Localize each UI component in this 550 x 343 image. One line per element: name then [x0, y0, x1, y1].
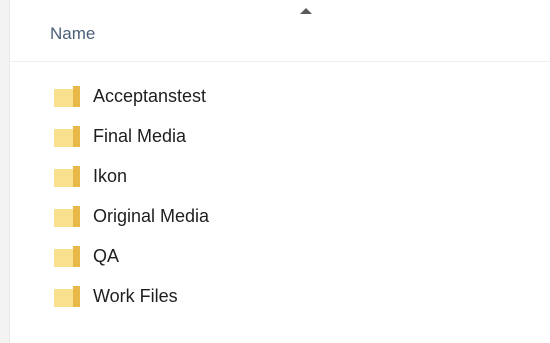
- folder-name: Original Media: [93, 205, 210, 226]
- folder-row-acceptanstest[interactable]: Acceptanstest: [10, 76, 550, 116]
- folder-name: QA: [93, 245, 120, 266]
- folder-row-work-files[interactable]: Work Files: [10, 276, 550, 316]
- name-column-header[interactable]: Name: [50, 24, 95, 44]
- sort-ascending-icon: [300, 8, 312, 14]
- column-header-bar: Name: [10, 0, 550, 62]
- folder-name: Work Files: [93, 285, 178, 306]
- navigation-pane-edge: [0, 0, 10, 343]
- folder-name: Acceptanstest: [93, 85, 207, 106]
- folder-row-final-media[interactable]: Final Media: [10, 116, 550, 156]
- folder-row-ikon[interactable]: Ikon: [10, 156, 550, 196]
- folder-row-qa[interactable]: QA: [10, 236, 550, 276]
- folder-icon: [53, 124, 81, 148]
- folder-icon: [53, 84, 81, 108]
- header-divider: [10, 61, 550, 62]
- folder-icon: [53, 244, 81, 268]
- folder-icon: [53, 284, 81, 308]
- folder-icon: [53, 164, 81, 188]
- file-list: Acceptanstest Final Media Ikon Original …: [10, 76, 550, 316]
- folder-name: Final Media: [93, 125, 187, 146]
- folder-name: Ikon: [93, 165, 128, 186]
- folder-row-original-media[interactable]: Original Media: [10, 196, 550, 236]
- folder-icon: [53, 204, 81, 228]
